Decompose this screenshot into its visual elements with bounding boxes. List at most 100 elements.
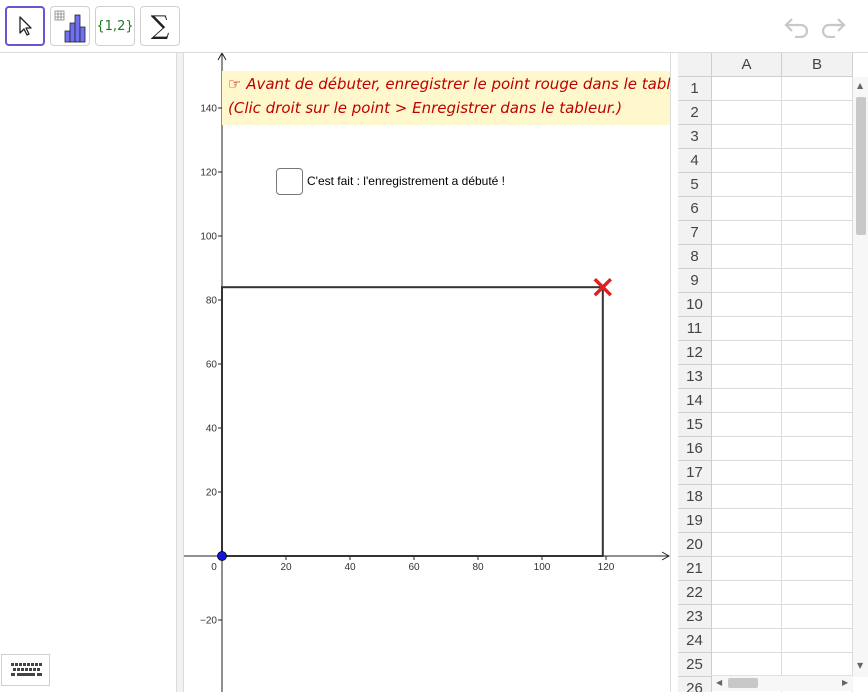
spreadsheet-cell[interactable]: [712, 557, 782, 581]
blue-point[interactable]: [217, 551, 227, 561]
spreadsheet-cell[interactable]: [782, 461, 853, 485]
row-header[interactable]: 25: [678, 653, 712, 677]
spreadsheet-cell[interactable]: [712, 461, 782, 485]
spreadsheet-cell[interactable]: [782, 365, 853, 389]
row-header[interactable]: 9: [678, 269, 712, 293]
spreadsheet-cell[interactable]: [782, 245, 853, 269]
undo-button[interactable]: [782, 12, 812, 42]
row-header[interactable]: 10: [678, 293, 712, 317]
row-header[interactable]: 21: [678, 557, 712, 581]
spreadsheet-cell[interactable]: [712, 605, 782, 629]
spreadsheet-cell[interactable]: [712, 437, 782, 461]
scroll-right-arrow-icon[interactable]: ▶: [842, 678, 848, 687]
spreadsheet-cell[interactable]: [712, 197, 782, 221]
row-header[interactable]: 3: [678, 125, 712, 149]
move-tool-button[interactable]: [5, 6, 45, 46]
spreadsheet-cell[interactable]: [712, 317, 782, 341]
spreadsheet-cell[interactable]: [782, 533, 853, 557]
keyboard-button[interactable]: [1, 654, 50, 686]
spreadsheet-cell[interactable]: [712, 149, 782, 173]
spreadsheet-cell[interactable]: [782, 581, 853, 605]
row-header[interactable]: 16: [678, 437, 712, 461]
spreadsheet-cell[interactable]: [712, 125, 782, 149]
scroll-left-arrow-icon[interactable]: ◀: [716, 678, 722, 687]
vertical-scrollbar-thumb[interactable]: [856, 97, 866, 235]
spreadsheet-cell[interactable]: [712, 245, 782, 269]
redo-button[interactable]: [818, 12, 848, 42]
spreadsheet-cell[interactable]: [712, 269, 782, 293]
spreadsheet-cell[interactable]: [712, 509, 782, 533]
row-header[interactable]: 7: [678, 221, 712, 245]
horizontal-scrollbar-thumb[interactable]: [728, 678, 758, 688]
spreadsheet-cell[interactable]: [782, 293, 853, 317]
row-header[interactable]: 6: [678, 197, 712, 221]
spreadsheet-cell[interactable]: [782, 77, 853, 101]
spreadsheet-view[interactable]: A B 1 2 3 4 5 6 7 8 9 10 11 12 13 14 15 16 17 18 19 20 21 22 23 2…: [670, 53, 868, 692]
spreadsheet-cell[interactable]: [782, 101, 853, 125]
panel-divider[interactable]: [177, 53, 184, 692]
spreadsheet-cell[interactable]: [782, 125, 853, 149]
spreadsheet-cell[interactable]: [782, 341, 853, 365]
spreadsheet-cell[interactable]: [712, 293, 782, 317]
spreadsheet-cell[interactable]: [712, 653, 782, 677]
spreadsheet-cell[interactable]: [712, 77, 782, 101]
row-header[interactable]: 20: [678, 533, 712, 557]
scroll-up-arrow-icon[interactable]: ▲: [857, 81, 863, 90]
spreadsheet-cell[interactable]: [782, 629, 853, 653]
spreadsheet-cell[interactable]: [782, 557, 853, 581]
bar-chart-tool-button[interactable]: [50, 6, 90, 46]
spreadsheet-cell[interactable]: [712, 173, 782, 197]
row-header[interactable]: 19: [678, 509, 712, 533]
row-header[interactable]: 2: [678, 101, 712, 125]
spreadsheet-cell[interactable]: [782, 269, 853, 293]
sum-tool-button[interactable]: ∑: [140, 6, 180, 46]
spreadsheet-cell[interactable]: [782, 173, 853, 197]
spreadsheet-cell[interactable]: [782, 509, 853, 533]
row-header[interactable]: 8: [678, 245, 712, 269]
spreadsheet-cell[interactable]: [782, 413, 853, 437]
spreadsheet-cell[interactable]: [712, 485, 782, 509]
row-header[interactable]: 22: [678, 581, 712, 605]
coordinate-plane[interactable]: 0 20 40 60 80 100 120 140 120 100 80 60 40 20 −20: [184, 53, 670, 692]
row-header[interactable]: 18: [678, 485, 712, 509]
graphics-view[interactable]: 0 20 40 60 80 100 120 140 120 100 80 60 40 20 −20 ☞ Av…: [184, 53, 670, 692]
algebra-panel[interactable]: [0, 53, 177, 692]
spreadsheet-cell[interactable]: [712, 533, 782, 557]
spreadsheet-cell[interactable]: [712, 101, 782, 125]
spreadsheet-cell[interactable]: [782, 437, 853, 461]
scroll-down-arrow-icon[interactable]: ▼: [857, 661, 863, 670]
spreadsheet-cell[interactable]: [712, 581, 782, 605]
recording-checkbox-row[interactable]: C'est fait : l'enregistrement a débuté !: [276, 167, 505, 195]
column-header-b[interactable]: B: [782, 53, 853, 77]
spreadsheet-cell[interactable]: [712, 341, 782, 365]
row-header[interactable]: 5: [678, 173, 712, 197]
row-header[interactable]: 4: [678, 149, 712, 173]
row-header[interactable]: 15: [678, 413, 712, 437]
spreadsheet-cell[interactable]: [782, 197, 853, 221]
row-header[interactable]: 26: [678, 677, 712, 692]
spreadsheet-cell[interactable]: [782, 389, 853, 413]
recording-checkbox[interactable]: [276, 167, 303, 195]
spreadsheet-cell[interactable]: [782, 149, 853, 173]
row-header[interactable]: 1: [678, 77, 712, 101]
spreadsheet-cell[interactable]: [712, 221, 782, 245]
row-header[interactable]: 23: [678, 605, 712, 629]
sheet-corner[interactable]: [678, 53, 712, 77]
spreadsheet-cell[interactable]: [782, 653, 853, 677]
list-tool-button[interactable]: {1,2}: [95, 6, 135, 46]
spreadsheet-cell[interactable]: [712, 365, 782, 389]
spreadsheet-cell[interactable]: [712, 389, 782, 413]
row-header[interactable]: 12: [678, 341, 712, 365]
spreadsheet-cell[interactable]: [712, 413, 782, 437]
row-header[interactable]: 17: [678, 461, 712, 485]
spreadsheet-cell[interactable]: [782, 485, 853, 509]
row-header[interactable]: 11: [678, 317, 712, 341]
spreadsheet-cell[interactable]: [712, 629, 782, 653]
column-header-a[interactable]: A: [712, 53, 782, 77]
row-header[interactable]: 24: [678, 629, 712, 653]
spreadsheet-cell[interactable]: [782, 317, 853, 341]
row-header[interactable]: 13: [678, 365, 712, 389]
row-header[interactable]: 14: [678, 389, 712, 413]
spreadsheet-cell[interactable]: [782, 605, 853, 629]
spreadsheet-cell[interactable]: [782, 221, 853, 245]
